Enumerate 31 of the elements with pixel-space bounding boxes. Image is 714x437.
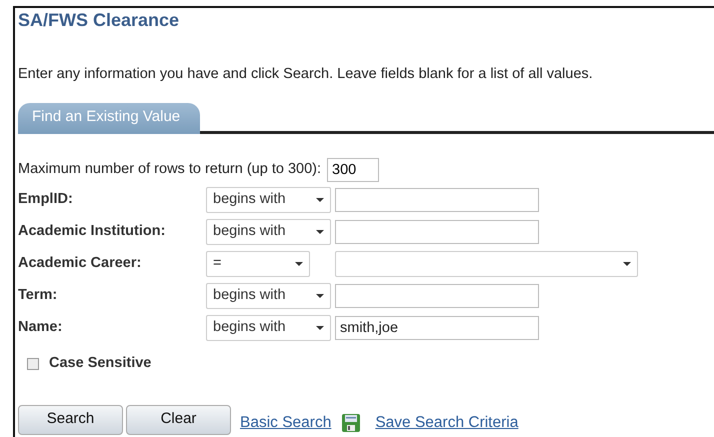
text-field[interactable]	[335, 188, 539, 212]
caret-icon	[316, 230, 324, 234]
max-rows-label: Maximum number of rows to return (up to 300):	[18, 160, 322, 179]
checkbox[interactable]	[27, 358, 39, 370]
operator-dropdown[interactable]: begins with	[206, 314, 331, 340]
text-field[interactable]	[335, 220, 539, 244]
field-label: Term:	[18, 286, 58, 305]
caret-icon	[623, 262, 631, 266]
max-rows-field[interactable]: 300	[327, 158, 380, 182]
caret-icon	[316, 294, 324, 298]
operator-dropdown[interactable]: begins with	[206, 186, 331, 212]
caret-icon	[316, 198, 324, 202]
field-label: Name:	[18, 318, 64, 337]
action-button[interactable]: Search	[18, 404, 123, 434]
text-field[interactable]	[335, 284, 539, 308]
field-label: Academic Career:	[18, 254, 142, 273]
page-title: SA/FWS Clearance	[18, 10, 180, 30]
save-criteria-link[interactable]: Save Search Criteria	[375, 411, 518, 434]
field-label: EmplID:	[18, 190, 74, 209]
operator-dropdown[interactable]: begins with	[206, 218, 331, 244]
caret-icon	[316, 326, 324, 330]
checkbox-label: Case Sensitive	[49, 354, 152, 373]
field-label: Academic Institution:	[18, 222, 166, 241]
basic-search-link[interactable]: Basic Search	[240, 411, 332, 434]
caret-icon	[295, 262, 303, 266]
operator-dropdown[interactable]: =	[206, 250, 310, 276]
instruction-text: Enter any information you have and click Search. Leave fields blank for a list of all values.	[18, 65, 594, 83]
text-field[interactable]: smith,joe	[335, 316, 539, 340]
value-dropdown[interactable]	[335, 250, 638, 276]
operator-dropdown[interactable]: begins with	[206, 282, 331, 308]
action-button[interactable]: Clear	[126, 404, 231, 434]
